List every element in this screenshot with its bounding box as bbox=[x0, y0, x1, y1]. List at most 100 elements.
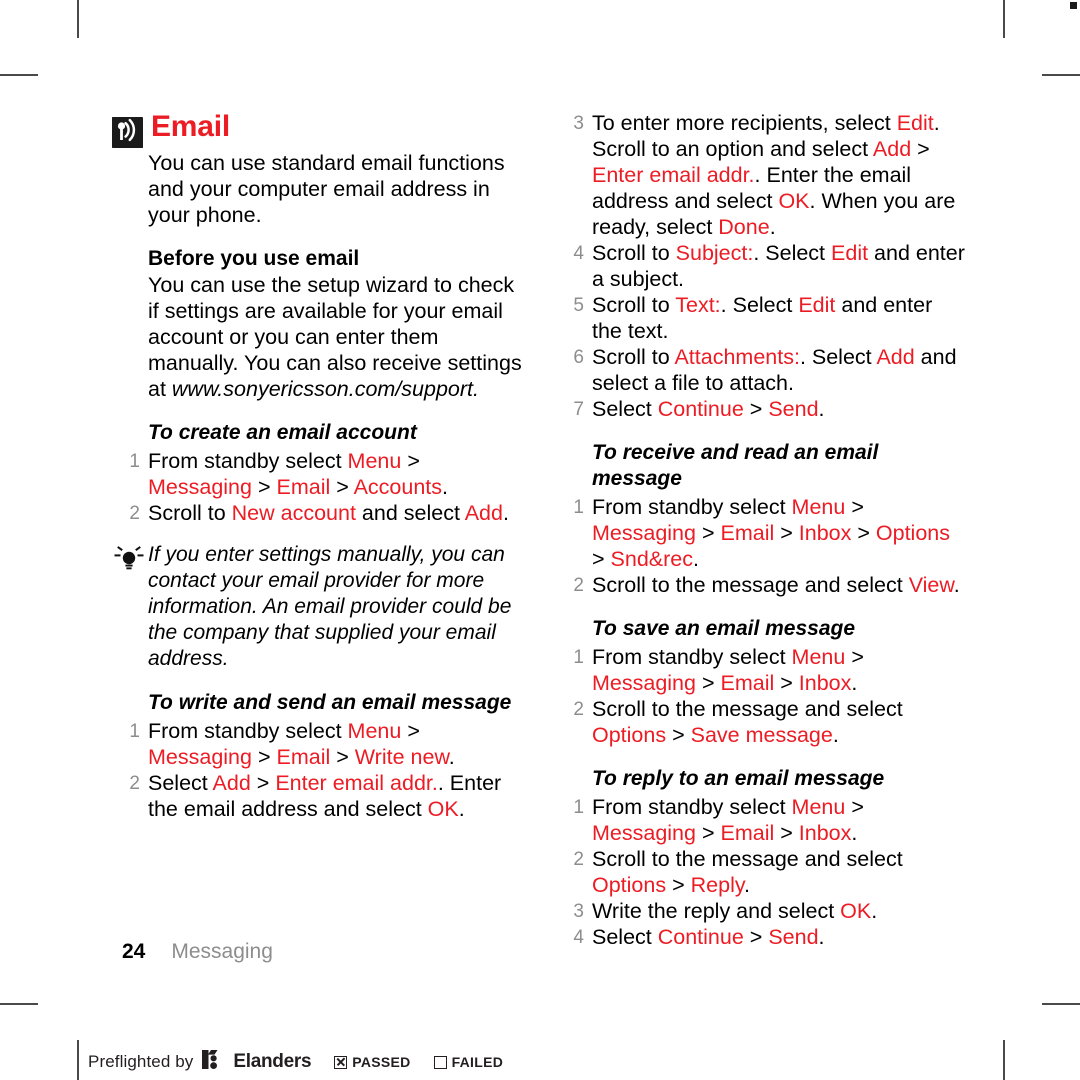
step-text: Scroll to bbox=[592, 345, 675, 369]
crop-mark-bottom-right-vertical bbox=[1003, 1040, 1005, 1080]
step-text: Scroll to bbox=[592, 241, 676, 265]
step-text: Scroll to the message and select bbox=[592, 847, 903, 871]
step-text: . bbox=[818, 397, 825, 421]
section-heading-before-you-use: Before you use email bbox=[148, 247, 360, 270]
menu-item-text: Subject: bbox=[675, 241, 754, 265]
step-text: > bbox=[743, 397, 769, 421]
steps-write-send: From standby select Menu > Messaging > E… bbox=[112, 718, 524, 822]
menu-item-text: Email bbox=[276, 745, 331, 769]
step-text: > bbox=[695, 671, 721, 695]
step-text: Write the reply and select bbox=[592, 899, 841, 923]
menu-item-text: Add bbox=[464, 501, 503, 525]
procedure-step: From standby select Menu > Messaging > E… bbox=[556, 494, 968, 572]
lightbulb-tip-icon bbox=[114, 546, 144, 574]
failed-checkbox[interactable] bbox=[433, 1055, 447, 1069]
step-text: From standby select bbox=[592, 495, 792, 519]
step-text: Select bbox=[592, 925, 658, 949]
menu-item-text: Continue bbox=[657, 925, 744, 949]
menu-item-text: Enter email addr. bbox=[592, 163, 755, 187]
menu-item-text: Menu bbox=[791, 645, 846, 669]
menu-item-text: OK bbox=[427, 797, 459, 821]
step-text: Scroll to bbox=[592, 293, 676, 317]
step-text: . bbox=[442, 475, 449, 499]
step-text: Scroll to bbox=[148, 501, 232, 525]
menu-item-text: Edit bbox=[896, 111, 934, 135]
step-text: . bbox=[448, 745, 455, 769]
task-heading-receive-read: To receive and read an email message bbox=[592, 441, 879, 490]
step-text: > bbox=[250, 771, 276, 795]
menu-item-text: Options bbox=[592, 873, 667, 897]
page-footer: 24 Messaging bbox=[122, 940, 273, 964]
step-text: Select bbox=[592, 397, 658, 421]
procedure-step: Scroll to Attachments:. Select Add and s… bbox=[556, 344, 968, 396]
step-text: . bbox=[744, 873, 750, 897]
step-text: Scroll to the message and select bbox=[592, 697, 903, 721]
step-text: > bbox=[774, 521, 799, 545]
crop-mark-top-left-horizontal bbox=[0, 74, 38, 76]
menu-item-text: Inbox bbox=[798, 521, 852, 545]
step-text: . bbox=[693, 547, 699, 571]
menu-item-text: Menu bbox=[791, 495, 846, 519]
step-text: . bbox=[953, 573, 960, 597]
step-text: . bbox=[769, 215, 776, 239]
procedure-step: Scroll to Text:. Select Edit and enter t… bbox=[556, 292, 968, 344]
steps-save-message: From standby select Menu > Messaging > E… bbox=[556, 644, 968, 748]
procedure-step: Scroll to Subject:. Select Edit and ente… bbox=[556, 240, 968, 292]
step-text: . bbox=[502, 501, 509, 525]
step-text: > bbox=[251, 745, 277, 769]
menu-item-text: Menu bbox=[347, 719, 402, 743]
menu-item-text: Messaging bbox=[592, 521, 696, 545]
crop-mark-top-right-vertical bbox=[1003, 0, 1005, 38]
step-text: . Select bbox=[799, 345, 877, 369]
menu-item-text: Messaging bbox=[592, 821, 696, 845]
step-text: > bbox=[666, 723, 691, 747]
procedure-step: From standby select Menu > Messaging > E… bbox=[556, 794, 968, 846]
page-title: Email bbox=[151, 110, 231, 143]
crop-mark-bottom-left-vertical bbox=[77, 1040, 79, 1080]
step-text: > bbox=[774, 821, 799, 845]
step-text: > bbox=[845, 645, 864, 669]
menu-item-text: Options bbox=[592, 723, 667, 747]
procedure-step: Scroll to the message and select Options… bbox=[556, 846, 968, 898]
preflight-label: Preflighted by bbox=[88, 1052, 194, 1071]
menu-item-text: Messaging bbox=[148, 475, 252, 499]
preflight-passed: PASSED bbox=[334, 1054, 410, 1070]
step-text: > bbox=[695, 521, 721, 545]
menu-item-text: Add bbox=[212, 771, 251, 795]
menu-item-text: Enter email addr. bbox=[275, 771, 438, 795]
menu-item-text: OK bbox=[778, 189, 810, 213]
elanders-brand-name: Elanders bbox=[233, 1051, 312, 1072]
before-you-use-body: You can use the setup wizard to check if… bbox=[148, 272, 524, 402]
menu-item-text: Add bbox=[872, 137, 912, 161]
left-column: Email You can use standard email functio… bbox=[112, 110, 524, 950]
menu-item-text: Send bbox=[768, 925, 819, 949]
task-heading-create-account: To create an email account bbox=[148, 421, 417, 444]
menu-item-text: Snd&rec bbox=[610, 547, 693, 571]
passed-label: PASSED bbox=[352, 1054, 411, 1070]
step-text: Select bbox=[148, 771, 213, 795]
step-text: From standby select bbox=[148, 449, 348, 473]
task-heading-write-send: To write and send an email message bbox=[148, 691, 512, 714]
passed-checkbox[interactable] bbox=[334, 1055, 348, 1069]
menu-item-text: Inbox bbox=[798, 671, 852, 695]
wireless-signal-icon bbox=[112, 117, 143, 148]
tip-note: If you enter settings manually, you can … bbox=[112, 542, 524, 672]
menu-item-text: Write new bbox=[354, 745, 449, 769]
crop-mark-top-right-horizontal bbox=[1042, 74, 1080, 76]
menu-item-text: Send bbox=[768, 397, 819, 421]
step-text: . Select bbox=[720, 293, 799, 317]
running-head: Messaging bbox=[171, 940, 273, 963]
step-text: Scroll to the message and select bbox=[592, 573, 909, 597]
procedure-step: To enter more recipients, select Edit. S… bbox=[556, 110, 968, 240]
menu-item-text: Save message bbox=[690, 723, 833, 747]
menu-item-text: Edit bbox=[831, 241, 869, 265]
menu-item-text: Continue bbox=[657, 397, 744, 421]
registration-mark-icon bbox=[1070, 2, 1077, 9]
procedure-step: Scroll to the message and select Options… bbox=[556, 696, 968, 748]
menu-item-text: Email bbox=[720, 821, 775, 845]
support-url: www.sonyericsson.com/support. bbox=[171, 377, 479, 401]
procedure-step: Select Add > Enter email addr.. Enter th… bbox=[112, 770, 524, 822]
preflight-strip: Preflighted by Elanders PASSED FAILED bbox=[88, 1050, 503, 1074]
step-text: > bbox=[592, 547, 611, 571]
steps-reply-message: From standby select Menu > Messaging > E… bbox=[556, 794, 968, 951]
